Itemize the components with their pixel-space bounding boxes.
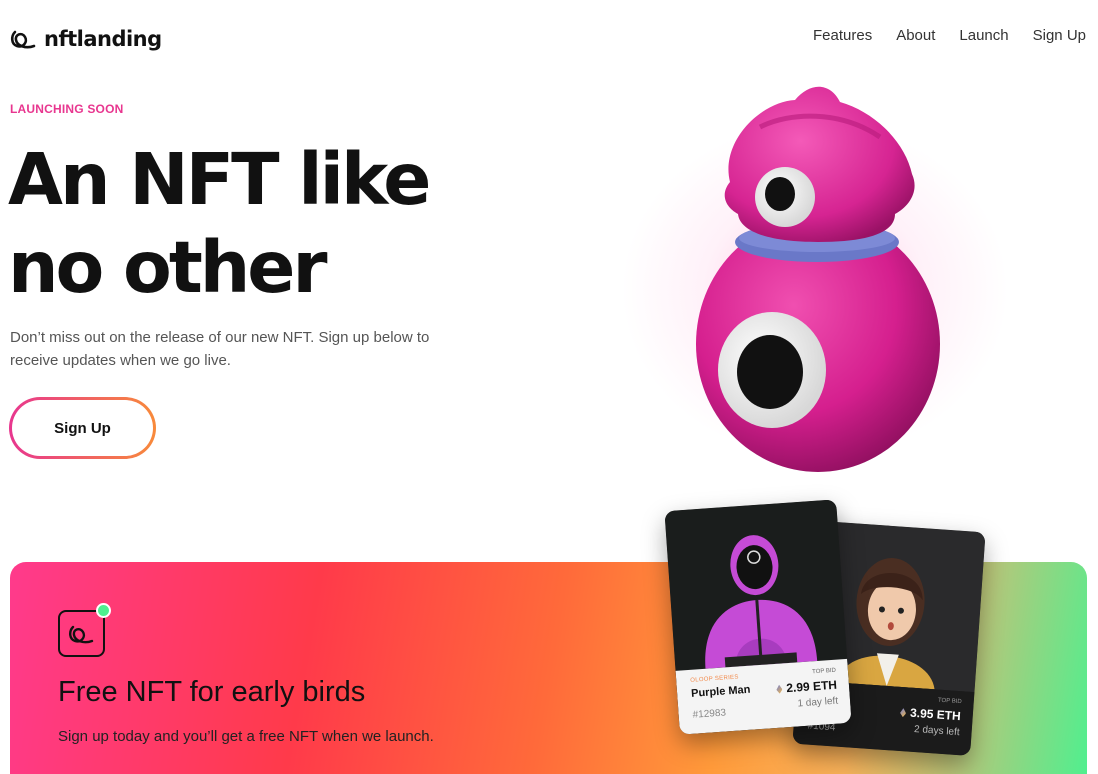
nft-card-art-purple-man [664, 499, 848, 671]
hero-headline-line1: An NFT like [8, 138, 431, 221]
eth-icon [776, 684, 783, 693]
logo[interactable]: nftlanding [10, 26, 162, 52]
nav-item-launch[interactable]: Launch [959, 27, 1008, 44]
banner-logo-icon [58, 610, 105, 657]
nft-card-series: OLOOP SERIES [690, 674, 739, 684]
hero-eyebrow: LAUNCHING SOON [10, 102, 124, 116]
nft-card-time-left: 1 day left [797, 695, 839, 710]
nft-card-id: #12983 [692, 707, 727, 721]
logo-loop-icon [68, 625, 93, 643]
logo-loop-icon [10, 30, 36, 49]
nft-card-price: 3.95 ETH [900, 705, 962, 724]
hero-description: Don’t miss out on the release of our new… [10, 329, 430, 369]
nav-item-about[interactable]: About [896, 27, 935, 44]
nav-item-sign-up[interactable]: Sign Up [1033, 27, 1086, 44]
nft-card-price: 2.99 ETH [776, 677, 838, 696]
mascot-illustration [696, 86, 940, 472]
hero-headline: An NFT like no other [8, 136, 528, 312]
nft-card-name: Purple Man [690, 683, 751, 700]
nft-card-price-value: 3.95 ETH [909, 705, 962, 724]
nft-card-price-value: 2.99 ETH [785, 677, 838, 696]
nft-card-bid-label: TOP BID [811, 667, 837, 676]
hero-headline-line2: no other [8, 226, 327, 309]
banner-text: Sign up today and you’ll get a free NFT … [58, 728, 434, 745]
eth-icon [900, 708, 907, 717]
nft-card-primary[interactable]: OLOOP SERIES Purple Man #12983 TOP BID 2… [664, 499, 852, 735]
status-dot-icon [96, 603, 111, 618]
nft-card-time-left: 2 days left [913, 723, 960, 739]
nav-item-features[interactable]: Features [813, 27, 872, 44]
hero-sign-up-button[interactable]: Sign Up [9, 397, 156, 459]
brand-name: nftlanding [44, 27, 162, 51]
main-nav: Features About Launch Sign Up [813, 27, 1086, 44]
banner-title: Free NFT for early birds [58, 676, 366, 708]
nft-card-info: OLOOP SERIES Purple Man #12983 TOP BID 2… [675, 658, 852, 735]
nft-card-bid-label: TOP BID [937, 697, 962, 706]
